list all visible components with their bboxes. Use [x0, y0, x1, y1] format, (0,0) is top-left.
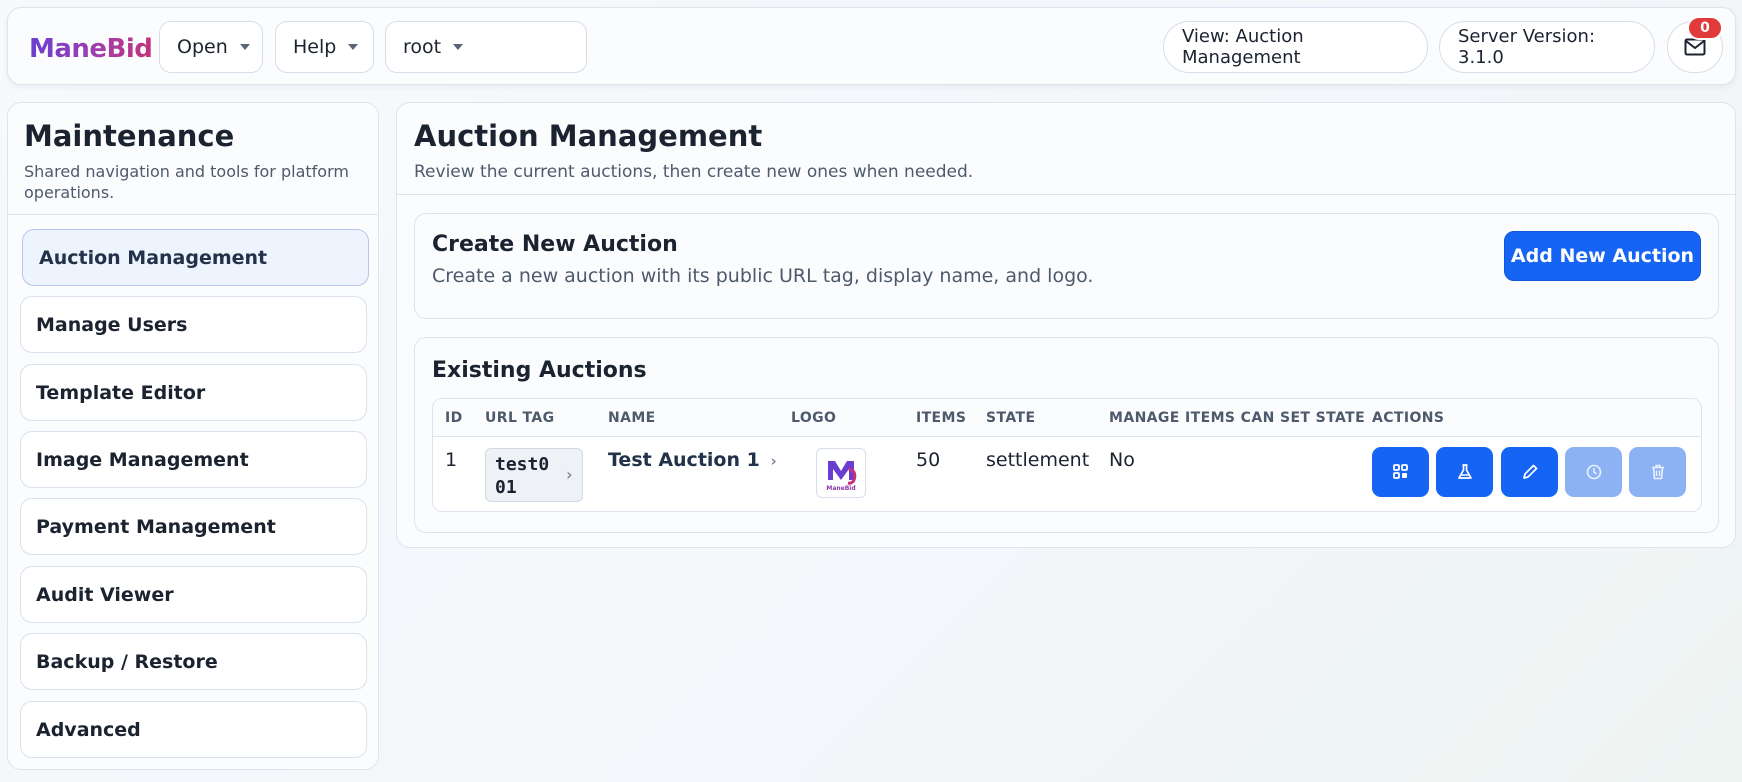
sidebar-item-auction-management[interactable]: Auction Management — [22, 229, 369, 286]
flask-icon — [1457, 464, 1472, 479]
main-header: Auction Management Review the current au… — [397, 103, 1735, 195]
column-header-name: NAME — [608, 410, 656, 426]
auction-items-count: 50 — [916, 449, 941, 471]
chevron-down-icon — [348, 44, 359, 50]
table-header: ID URL TAG NAME LOGO ITEMS STATE MANAGE … — [433, 399, 1701, 437]
column-header-items: ITEMS — [916, 410, 967, 426]
auction-id: 1 — [445, 449, 458, 471]
sidebar-item-label: Backup / Restore — [36, 650, 218, 673]
table-row: 1 test0 01 › Test Auction 1 › ManeBid 50… — [433, 437, 1701, 511]
edit-auction-button[interactable] — [1501, 447, 1558, 497]
sidebar-item-label: Advanced — [36, 718, 141, 741]
auction-state: settlement — [986, 449, 1090, 471]
logo-text: ManeBid — [826, 485, 855, 492]
column-header-logo: LOGO — [791, 410, 837, 426]
sidebar-title: Maintenance — [24, 119, 235, 153]
help-menu-label: Help — [293, 36, 337, 58]
sidebar-item-advanced[interactable]: Advanced — [20, 701, 367, 758]
main-panel: Auction Management Review the current au… — [396, 102, 1736, 548]
user-menu-label: root — [403, 36, 442, 58]
current-view-indicator: View: Auction Management — [1163, 21, 1428, 73]
chevron-right-icon: › — [770, 452, 777, 470]
sidebar-item-image-management[interactable]: Image Management — [20, 431, 367, 488]
sidebar-item-audit-viewer[interactable]: Audit Viewer — [20, 566, 367, 623]
create-auction-card: Create New Auction Create a new auction … — [414, 213, 1719, 319]
top-bar: ManeBid Open Help root View: Auction Man… — [7, 7, 1736, 85]
chevron-down-icon — [453, 44, 464, 50]
trash-icon — [1651, 464, 1664, 480]
create-auction-subtitle: Create a new auction with its public URL… — [432, 265, 1094, 287]
auction-test-button[interactable] — [1436, 447, 1493, 497]
existing-auctions-title: Existing Auctions — [432, 358, 647, 383]
column-header-url-tag: URL TAG — [485, 410, 555, 426]
sidebar-header: Maintenance Shared navigation and tools … — [8, 103, 378, 215]
messages-button[interactable]: 0 — [1667, 16, 1723, 73]
sidebar: Maintenance Shared navigation and tools … — [7, 102, 379, 770]
page-title: Auction Management — [414, 119, 763, 153]
sidebar-item-template-editor[interactable]: Template Editor — [20, 364, 367, 421]
delete-auction-button[interactable] — [1629, 447, 1686, 497]
sidebar-item-payment-management[interactable]: Payment Management — [20, 498, 367, 555]
sidebar-item-label: Payment Management — [36, 515, 276, 538]
auction-name: Test Auction 1 — [608, 449, 760, 471]
sidebar-subtitle: Shared navigation and tools for platform… — [24, 162, 349, 202]
grid-icon — [1392, 464, 1408, 479]
column-header-id: ID — [445, 410, 463, 426]
open-menu-label: Open — [177, 36, 228, 58]
manebid-logo-icon: ManeBid — [826, 461, 857, 492]
sidebar-item-backup-restore[interactable]: Backup / Restore — [20, 633, 367, 690]
history-icon — [1586, 464, 1601, 480]
server-version-label: Server Version: 3.1.0 — [1458, 26, 1596, 68]
auction-logo: ManeBid — [816, 448, 866, 498]
user-menu-button[interactable]: root — [385, 21, 587, 73]
sidebar-item-manage-users[interactable]: Manage Users — [20, 296, 367, 353]
sidebar-item-label: Audit Viewer — [36, 583, 174, 606]
auction-dashboard-button[interactable] — [1372, 447, 1429, 497]
chevron-right-icon: › — [564, 465, 574, 484]
server-version-indicator: Server Version: 3.1.0 — [1439, 21, 1655, 73]
auction-history-button[interactable] — [1565, 447, 1622, 497]
column-header-actions: ACTIONS — [1372, 410, 1445, 426]
sidebar-item-label: Template Editor — [36, 381, 206, 404]
current-view-label: View: Auction Management — [1182, 26, 1304, 68]
chevron-down-icon — [239, 44, 250, 50]
create-auction-title: Create New Auction — [432, 232, 678, 257]
auctions-table: ID URL TAG NAME LOGO ITEMS STATE MANAGE … — [432, 398, 1702, 512]
help-menu-button[interactable]: Help — [275, 21, 374, 73]
url-tag-link[interactable]: test0 01 › — [485, 448, 583, 502]
sidebar-item-label: Manage Users — [36, 313, 188, 336]
page-subtitle: Review the current auctions, then create… — [414, 162, 974, 182]
sidebar-item-label: Auction Management — [39, 246, 268, 269]
pencil-icon — [1522, 464, 1537, 479]
auction-name-link[interactable]: Test Auction 1 › — [608, 449, 777, 471]
mail-icon — [1684, 38, 1706, 56]
existing-auctions-card: Existing Auctions ID URL TAG NAME LOGO I… — [414, 337, 1719, 533]
brand-logo[interactable]: ManeBid — [29, 34, 153, 64]
column-header-state: STATE — [986, 410, 1036, 426]
add-new-auction-button[interactable]: Add New Auction — [1504, 231, 1701, 281]
unread-count-badge: 0 — [1687, 16, 1723, 40]
manage-items-can-set-state-value: No — [1109, 449, 1135, 471]
open-menu-button[interactable]: Open — [159, 21, 263, 73]
column-header-manage-items-can-set-state: MANAGE ITEMS CAN SET STATE — [1109, 410, 1366, 426]
sidebar-item-label: Image Management — [36, 448, 249, 471]
